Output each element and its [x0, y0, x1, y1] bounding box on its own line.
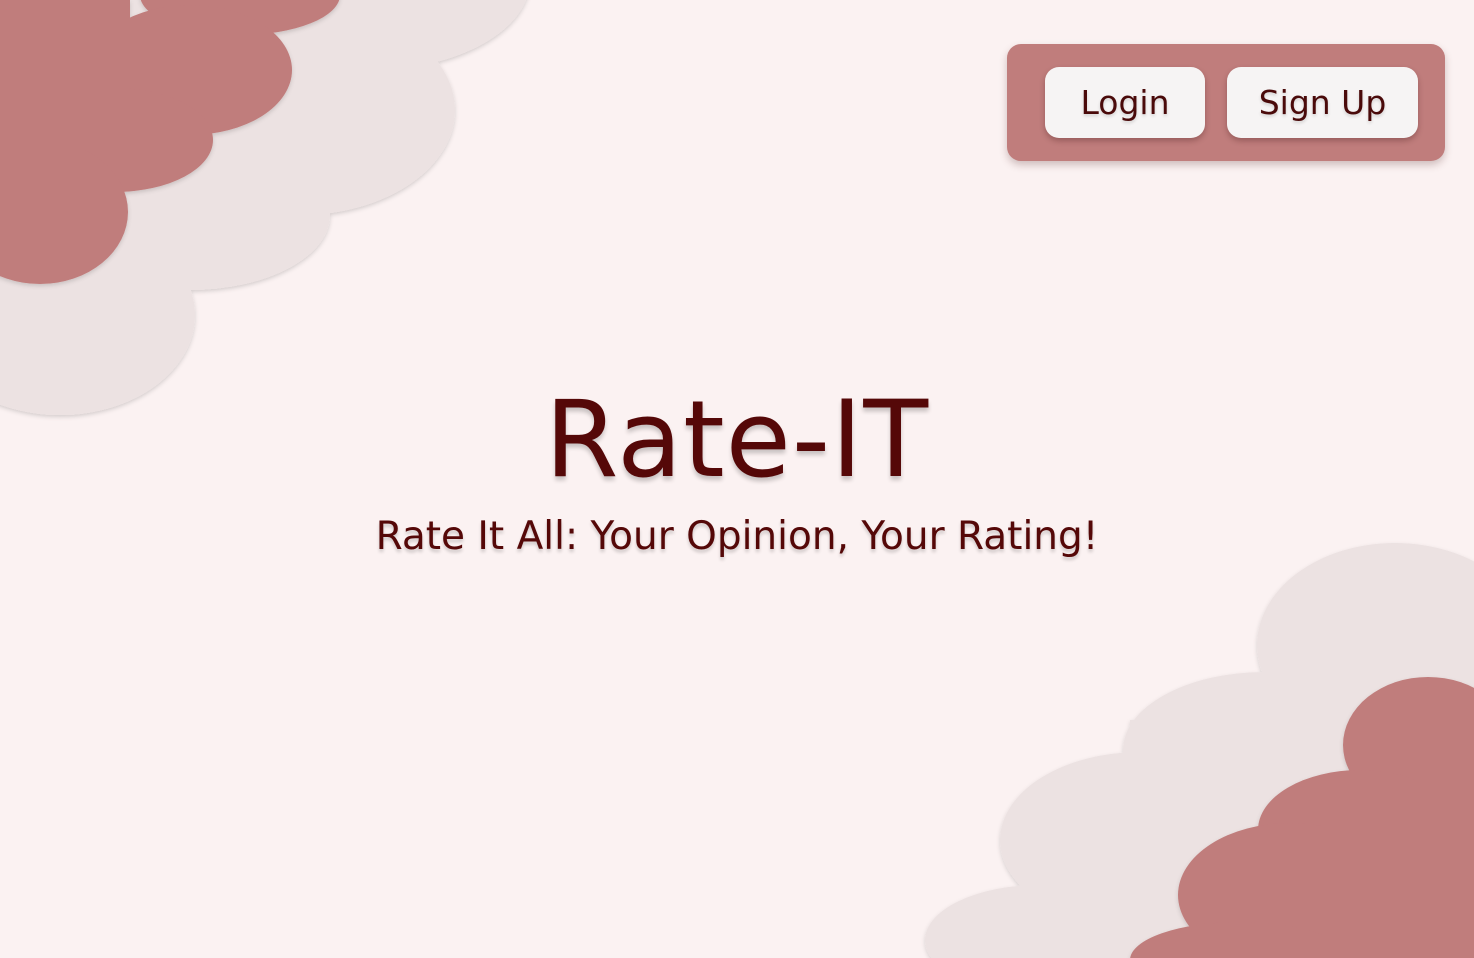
sign-up-button[interactable]: Sign Up [1227, 67, 1418, 138]
bottom-right-cloud-dark [1130, 677, 1474, 958]
auth-panel: Login Sign Up [1007, 44, 1445, 161]
login-button[interactable]: Login [1045, 67, 1205, 138]
site-tagline: Rate It All: Your Opinion, Your Rating! [375, 514, 1099, 559]
top-left-cloud-light [0, 0, 526, 415]
top-left-cloud-dark [0, 0, 340, 284]
bottom-right-cloud-light [925, 543, 1474, 958]
site-title: Rate-IT [544, 378, 930, 501]
